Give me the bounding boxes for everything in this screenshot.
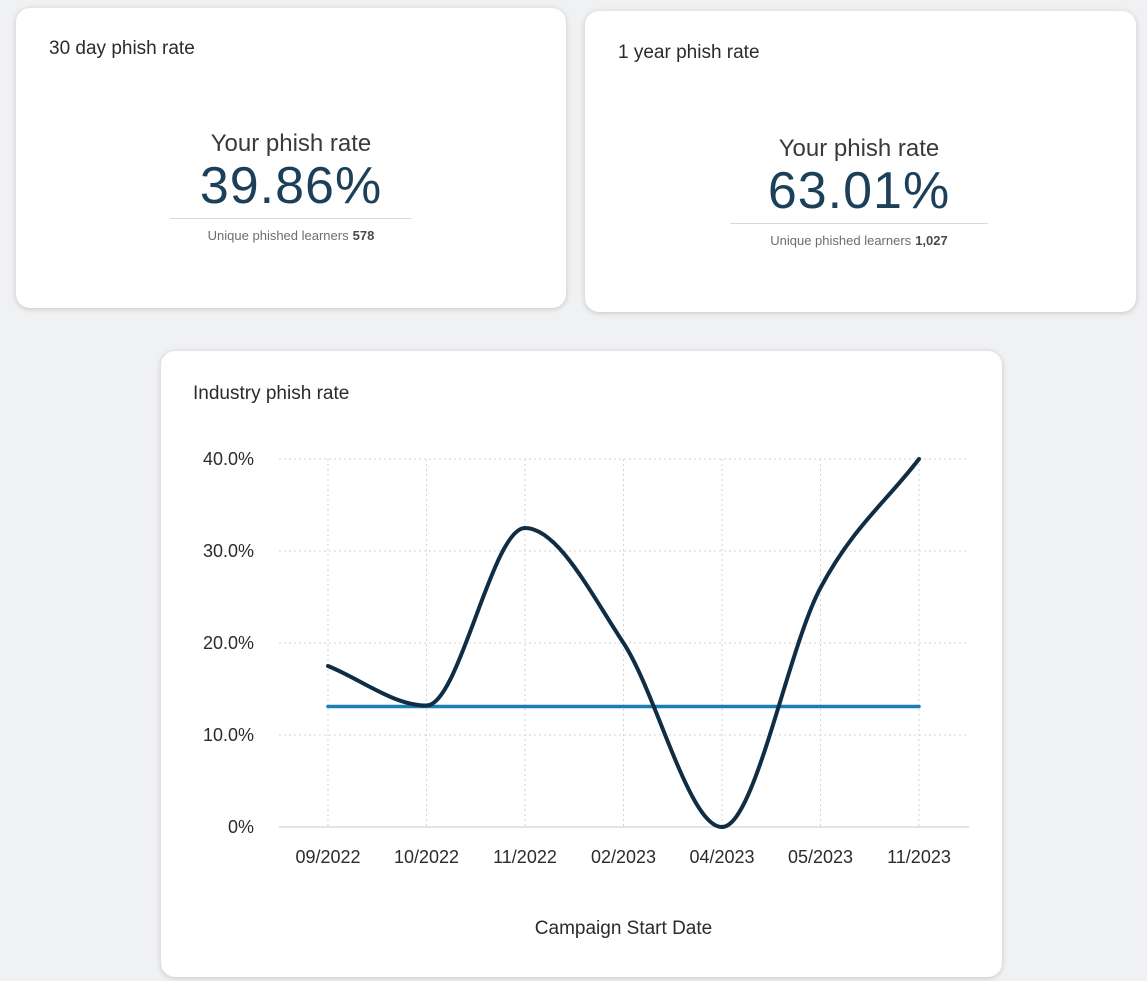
industry-phish-rate-card: Industry phish rate 0% 10.0% 20.0% 30.0% 40.… bbox=[161, 351, 1002, 977]
x-tick-label: 11/2022 bbox=[493, 847, 557, 867]
unique-learners: Unique phished learners 1,027 bbox=[730, 233, 988, 248]
industry-phish-rate-chart: 0% 10.0% 20.0% 30.0% 40.0% 09/2022 10/2022 11/2… bbox=[203, 449, 969, 939]
divider bbox=[730, 223, 988, 224]
rate-label: Your phish rate bbox=[778, 135, 940, 162]
rate-value: 39.86% bbox=[199, 157, 383, 215]
card-title-1-year: 1 year phish rate bbox=[618, 42, 760, 63]
phish-rate-1-year-card: 1 year phish rate Your phish rate 63.01%… bbox=[585, 11, 1136, 312]
unique-learners: Unique phished learners 578 bbox=[170, 228, 412, 243]
unique-learners-count: 578 bbox=[352, 228, 375, 243]
unique-learners-label: Unique phished learners bbox=[770, 233, 912, 248]
y-tick-label: 10.0% bbox=[203, 725, 254, 745]
x-tick-label: 11/2023 bbox=[887, 847, 951, 867]
divider bbox=[170, 218, 412, 219]
unique-learners-label: Unique phished learners bbox=[207, 228, 349, 243]
y-tick-label: 20.0% bbox=[203, 633, 254, 653]
x-axis-title: Campaign Start Date bbox=[535, 918, 712, 939]
phish-rate-30-day-card: 30 day phish rate Your phish rate 39.86%… bbox=[16, 8, 566, 308]
y-tick-label: 40.0% bbox=[203, 449, 254, 469]
unique-learners-count: 1,027 bbox=[915, 233, 948, 248]
card-title-30-day: 30 day phish rate bbox=[49, 38, 195, 59]
y-tick-label: 30.0% bbox=[203, 541, 254, 561]
y-tick-label: 0% bbox=[228, 817, 254, 837]
rate-label: Your phish rate bbox=[210, 130, 372, 157]
rate-block-30-day: Your phish rate 39.86% Unique phished le… bbox=[170, 130, 412, 243]
rate-value: 63.01% bbox=[767, 162, 951, 220]
x-tick-label: 10/2022 bbox=[394, 847, 459, 867]
x-tick-label: 05/2023 bbox=[788, 847, 853, 867]
x-tick-label: 04/2023 bbox=[689, 847, 754, 867]
x-tick-label: 02/2023 bbox=[591, 847, 656, 867]
x-tick-label: 09/2022 bbox=[295, 847, 360, 867]
rate-block-1-year: Your phish rate 63.01% Unique phished le… bbox=[730, 135, 988, 248]
